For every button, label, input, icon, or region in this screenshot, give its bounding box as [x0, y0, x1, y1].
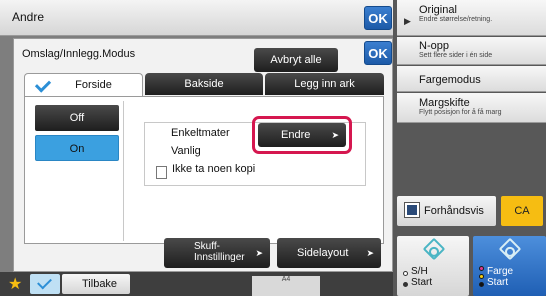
play-arrow-icon: ▶	[404, 16, 411, 26]
color-dot-icon	[479, 274, 484, 279]
color-start-line1: Farge	[487, 266, 514, 277]
paper-preview-graphic: A4	[252, 276, 320, 296]
info-paper-source: Enkeltmater	[171, 127, 230, 139]
rp-margin-shift-subtitle: Flytt posisjon for å få marg	[419, 109, 502, 116]
paper-size-label: A4	[281, 276, 291, 283]
rp-color-mode[interactable]: Fargemodus	[397, 66, 546, 92]
tab-insert-sheet[interactable]: Legg inn ark	[265, 73, 384, 95]
on-button[interactable]: On	[35, 135, 119, 161]
preview-button[interactable]: Forhåndsvis	[397, 196, 496, 226]
rp-color-mode-title: Fargemodus	[419, 74, 481, 86]
tray-settings-button[interactable]: Skuff- Innstillinger ➤	[164, 238, 270, 268]
color-start-button[interactable]: Farge Start	[473, 236, 546, 296]
ca-button[interactable]: CA	[501, 196, 543, 226]
cancel-all-button[interactable]: Avbryt alle	[254, 48, 338, 72]
bw-start-line1: S/H	[411, 266, 428, 277]
off-button[interactable]: Off	[35, 105, 119, 131]
check-tab-icon[interactable]	[30, 274, 60, 294]
arrow-right-icon: ➤	[255, 248, 263, 258]
tab-back-cover[interactable]: Bakside	[145, 73, 263, 95]
rp-margin-shift-title: Margskifte	[419, 97, 470, 109]
divider	[123, 101, 124, 241]
cover-insert-dialog: Omslag/Innlegg.Modus Avbryt alle OK Fors…	[13, 38, 393, 272]
dialog-ok-button[interactable]: OK	[364, 41, 392, 65]
dialog-title: Omslag/Innlegg.Modus	[22, 48, 136, 60]
page-layout-label: Sidelayout	[297, 247, 349, 259]
top-ok-button[interactable]: OK	[364, 6, 392, 30]
rp-n-up-subtitle: Sett flere sider i én side	[419, 52, 493, 59]
page-layout-button[interactable]: Sidelayout ➤	[277, 238, 381, 268]
bw-start-label: S/H Start	[411, 266, 432, 288]
arrow-right-icon: ➤	[331, 130, 339, 140]
color-dot-icon	[479, 282, 484, 287]
top-bar: Andre OK	[0, 0, 393, 36]
star-icon[interactable]: ★	[8, 274, 22, 294]
color-dot-icon	[479, 266, 484, 271]
blank-page-icon	[156, 166, 167, 179]
bw-dot-icon	[403, 271, 408, 276]
info-paper-type: Vanlig	[171, 145, 201, 157]
back-button[interactable]: Tilbake	[62, 274, 130, 294]
bw-dot-icon	[403, 282, 408, 287]
copier-screen: Andre OK ▶ Original Endre størrelse/retn…	[0, 0, 546, 296]
start-icon	[498, 237, 522, 261]
rp-original[interactable]: ▶ Original Endre størrelse/retning.	[397, 0, 546, 36]
tab-front-cover-label: Forside	[75, 79, 112, 91]
rp-n-up[interactable]: N-opp Sett flere sider i én side	[397, 37, 546, 65]
start-icon	[422, 237, 446, 261]
rp-n-up-title: N-opp	[419, 40, 449, 52]
right-panel: ▶ Original Endre størrelse/retning. N-op…	[393, 0, 546, 296]
bw-start-line2: Start	[411, 277, 433, 288]
rp-margin-shift[interactable]: Margskifte Flytt posisjon for å få marg	[397, 93, 546, 123]
preview-icon	[404, 202, 420, 218]
screen-title: Andre	[12, 10, 45, 24]
preview-label: Forhåndsvis	[424, 205, 484, 217]
info-copy-mode: Ikke ta noen kopi	[172, 163, 256, 175]
color-start-label: Farge Start	[487, 266, 513, 288]
color-start-line2: Start	[487, 277, 509, 288]
change-button[interactable]: Endre ➤	[258, 123, 346, 147]
arrow-right-icon: ➤	[366, 248, 374, 258]
bottom-bar: ★ Tilbake	[0, 272, 393, 296]
rp-original-title: Original	[419, 4, 457, 16]
rp-original-subtitle: Endre størrelse/retning.	[419, 16, 493, 23]
bw-start-button[interactable]: S/H Start	[397, 236, 469, 296]
change-button-label: Endre	[281, 129, 311, 141]
